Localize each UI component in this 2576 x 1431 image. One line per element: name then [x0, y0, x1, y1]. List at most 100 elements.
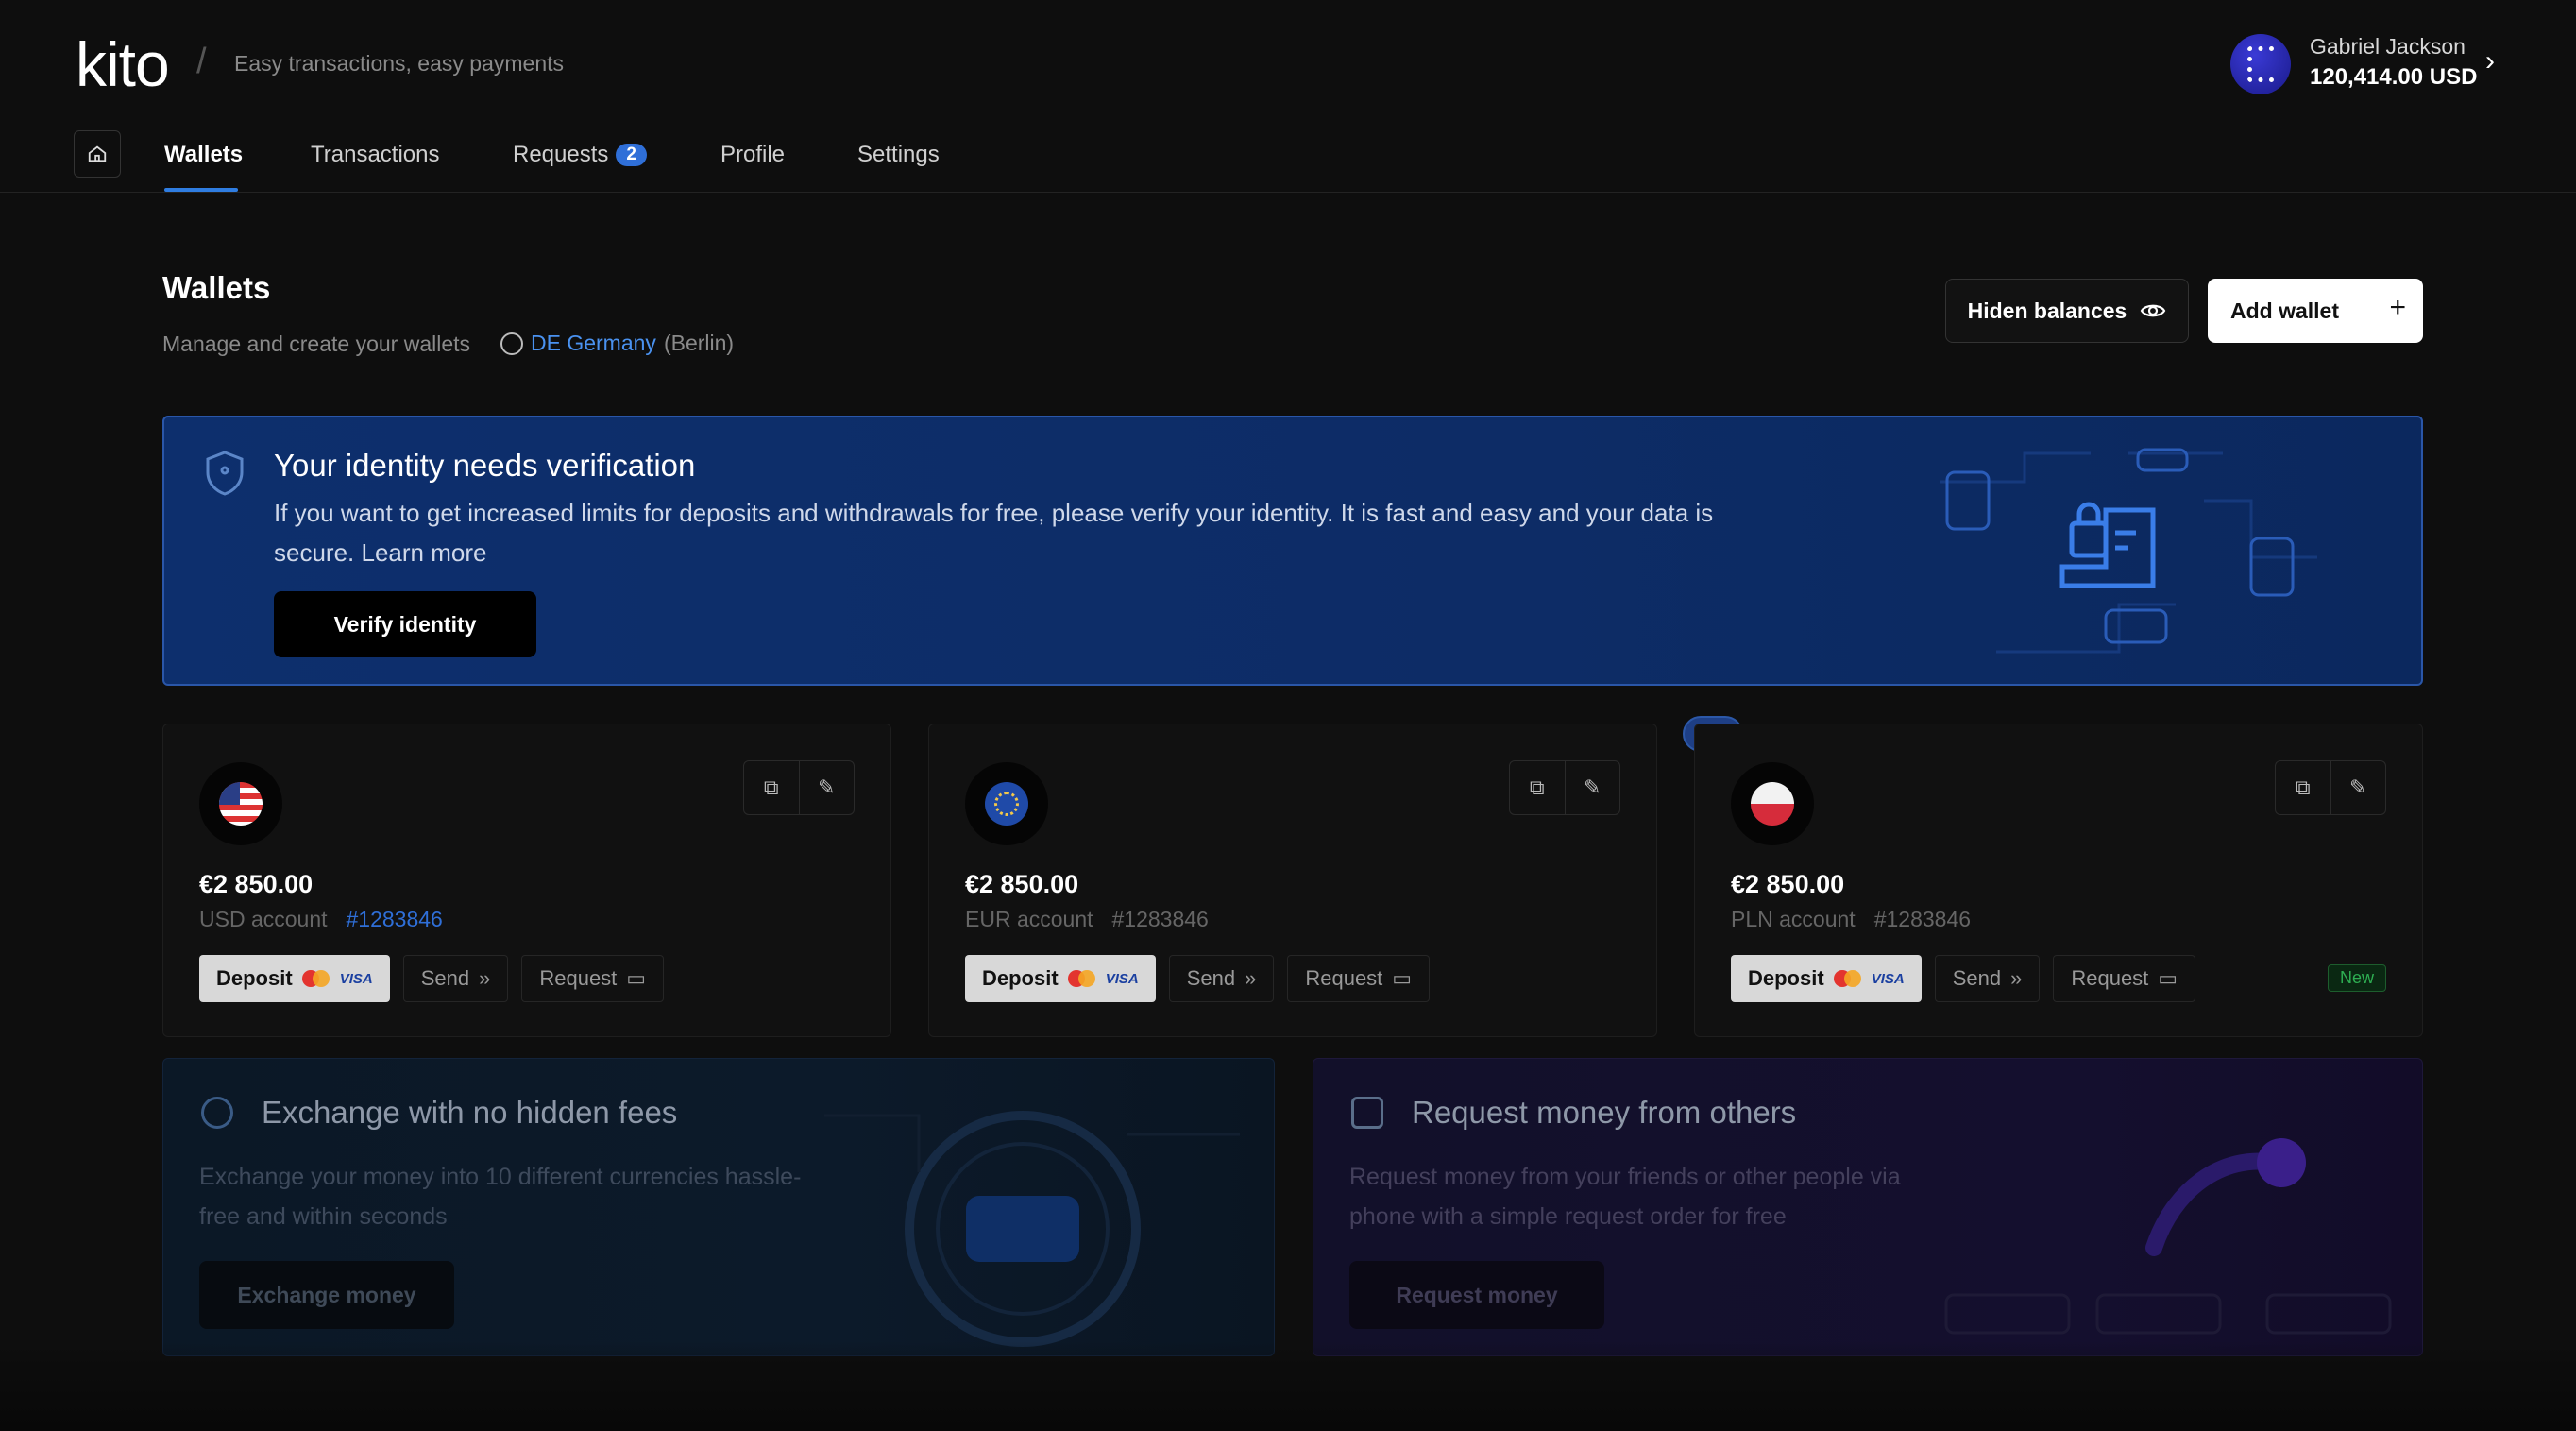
request-button[interactable]: Request ▭: [1287, 955, 1431, 1002]
wallet-account-number[interactable]: #1283846: [1112, 907, 1209, 931]
mastercard-icon: [1067, 970, 1096, 987]
logo-divider: /: [196, 42, 207, 81]
deposit-button[interactable]: Deposit VISA: [1731, 955, 1922, 1002]
message-icon: ▭: [626, 966, 647, 990]
home-button[interactable]: [74, 130, 121, 178]
shield-icon: [206, 451, 244, 496]
location-city: (Berlin): [663, 331, 735, 355]
deposit-label: Deposit: [982, 966, 1059, 990]
chevron-right-icon[interactable]: ›: [2485, 45, 2495, 77]
hidden-balances-label: Hiden balances: [1967, 298, 2127, 323]
wallet-card-pln[interactable]: ⧉ ✎ €2 850.00 PLN account #1283846 Deposi…: [1694, 724, 2423, 1037]
wallet-card-usd[interactable]: ⧉ ✎ €2 850.00 USD account #1283846 Deposi…: [162, 724, 891, 1037]
deposit-button[interactable]: Deposit VISA: [965, 955, 1156, 1002]
mastercard-icon: [301, 970, 330, 987]
bottom-fade: [0, 1341, 2576, 1431]
deposit-label: Deposit: [216, 966, 293, 990]
request-label: Request: [2071, 966, 2149, 990]
add-wallet-button[interactable]: Add wallet +: [2208, 279, 2423, 343]
page-title: Wallets: [162, 270, 271, 305]
requests-count-badge: 2: [616, 144, 647, 166]
deposit-label: Deposit: [1748, 966, 1824, 990]
request-label: Request: [1305, 966, 1383, 990]
send-label: Send: [420, 966, 470, 990]
tab-requests-label: Requests: [513, 142, 609, 167]
verification-title: Your identity needs verification: [274, 448, 696, 483]
wallet-card-eur[interactable]: ⧉ ✎ €2 850.00 EUR account #1283846 Deposi…: [928, 724, 1657, 1037]
request-money-button[interactable]: Request money: [1349, 1261, 1604, 1329]
verification-banner: Your identity needs verification If you …: [162, 416, 2423, 686]
hidden-balances-button[interactable]: Hiden balances: [1945, 279, 2189, 343]
tab-settings[interactable]: Settings: [857, 142, 940, 168]
request-promo-title: Request money from others: [1412, 1095, 1797, 1130]
send-label: Send: [1952, 966, 2002, 990]
exchange-illustration: [824, 1111, 1240, 1347]
exchange-promo-card: Exchange with no hidden fees Exchange yo…: [162, 1058, 1275, 1356]
tab-transactions[interactable]: Transactions: [311, 142, 440, 168]
wallet-actions: Deposit VISA Send » Request ▭: [1731, 955, 2196, 1002]
wallet-actions: Deposit VISA Send » Request ▭: [965, 955, 1431, 1002]
wallet-account-type: PLN account: [1731, 907, 1856, 931]
wallet-account-number[interactable]: #1283846: [347, 907, 443, 931]
tab-wallets[interactable]: Wallets: [164, 142, 243, 168]
mastercard-icon: [1833, 970, 1862, 987]
copy-icon[interactable]: ⧉: [1510, 761, 1566, 814]
wallet-tools: ⧉ ✎: [1509, 760, 1620, 815]
active-tab-indicator: [164, 188, 238, 192]
page-subtitle: Manage and create your wallets: [162, 332, 471, 356]
wallet-amount: €2 850.00: [965, 870, 1079, 898]
request-promo-text: Request money from your friends or other…: [1349, 1164, 1901, 1230]
message-icon: ▭: [1392, 966, 1413, 990]
send-label: Send: [1186, 966, 1236, 990]
pencil-icon[interactable]: ✎: [1566, 761, 1620, 814]
plus-icon: +: [2389, 292, 2406, 323]
pencil-icon[interactable]: ✎: [800, 761, 855, 814]
wallet-tools: ⧉ ✎: [743, 760, 855, 815]
send-button[interactable]: Send »: [1934, 955, 2041, 1002]
location-country-link[interactable]: DE Germany: [531, 331, 656, 356]
send-button[interactable]: Send »: [402, 955, 509, 1002]
user-avatar[interactable]: [2230, 34, 2291, 94]
new-badge: New: [2327, 964, 2386, 992]
message-icon: ▭: [2158, 966, 2178, 990]
send-button[interactable]: Send »: [1168, 955, 1275, 1002]
wallet-amount: €2 850.00: [199, 870, 314, 898]
request-button[interactable]: Request ▭: [521, 955, 665, 1002]
verification-text: If you want to get increased limits for …: [274, 499, 1714, 567]
tab-profile[interactable]: Profile: [720, 142, 785, 168]
add-wallet-label: Add wallet: [2230, 298, 2340, 323]
kito-logo[interactable]: kito: [76, 28, 170, 100]
send-arrows-icon: »: [1245, 966, 1257, 990]
copy-icon[interactable]: ⧉: [2276, 761, 2331, 814]
exchange-promo-title: Exchange with no hidden fees: [262, 1095, 678, 1130]
home-icon: [88, 145, 107, 162]
request-label: Request: [539, 966, 618, 990]
us-flag-icon: [199, 762, 282, 845]
exchange-money-button[interactable]: Exchange money: [199, 1261, 454, 1329]
user-balance: 120,414.00 USD: [2310, 64, 2478, 90]
send-arrows-icon: »: [479, 966, 491, 990]
exchange-promo-text: Exchange your money into 10 different cu…: [199, 1164, 802, 1230]
visa-icon: VISA: [1871, 970, 1905, 987]
copy-icon[interactable]: ⧉: [744, 761, 800, 814]
verify-identity-button[interactable]: Verify identity: [274, 591, 536, 657]
send-arrows-icon: »: [2010, 966, 2023, 990]
wallet-account-number[interactable]: #1283846: [1874, 907, 1971, 931]
eu-flag-icon: [965, 762, 1048, 845]
deposit-button[interactable]: Deposit VISA: [199, 955, 390, 1002]
tagline: Easy transactions, easy payments: [234, 51, 564, 76]
location: DE Germany (Berlin): [500, 331, 734, 356]
request-button[interactable]: Request ▭: [2053, 955, 2196, 1002]
wallet-account: EUR account #1283846: [965, 907, 1209, 932]
wallet-tools: ⧉ ✎: [2275, 760, 2386, 815]
visa-icon: VISA: [339, 970, 373, 987]
eye-icon: [2141, 304, 2166, 317]
user-name[interactable]: Gabriel Jackson: [2310, 34, 2466, 60]
pencil-icon[interactable]: ✎: [2331, 761, 2386, 814]
wallet-amount: €2 850.00: [1731, 870, 1845, 898]
visa-icon: VISA: [1105, 970, 1139, 987]
tab-requests[interactable]: Requests 2: [513, 142, 647, 168]
wallet-account: USD account #1283846: [199, 907, 443, 932]
avatar-glyph-icon: [2247, 46, 2274, 82]
request-money-icon: [1351, 1097, 1383, 1129]
